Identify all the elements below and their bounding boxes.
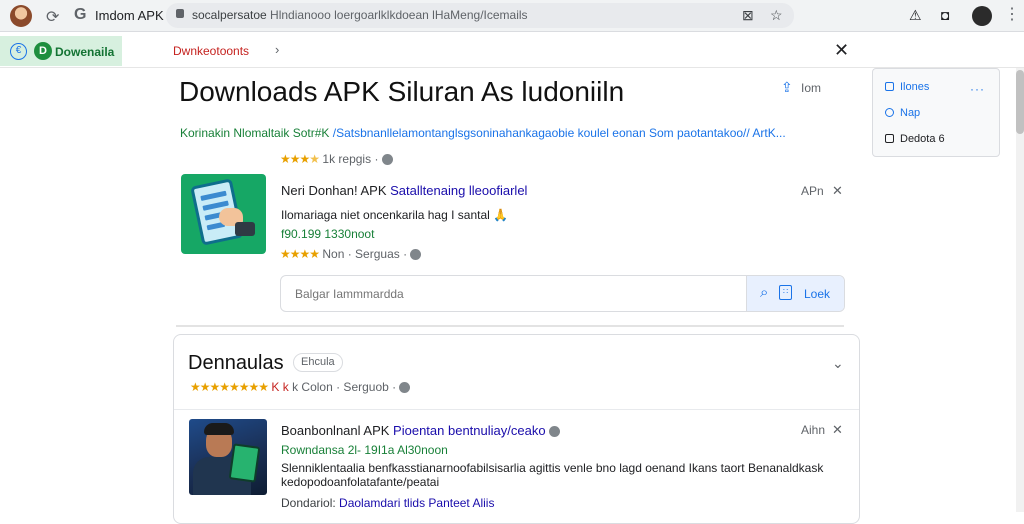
search-button-label: Loek (804, 287, 831, 301)
result-title-link[interactable]: Satalltenaing lleoofiarlel (390, 183, 527, 198)
more-icon[interactable]: ··· (970, 82, 985, 96)
page-subtitle: Korinakin Nlomaltaik Sotr#K /Satsbnanlle… (180, 126, 848, 140)
card-item-desc2: kedopodoanfolatafante/peatai (281, 475, 440, 489)
card-item-meta-dark: Dondariol: (281, 496, 340, 510)
tablet-row (200, 190, 227, 202)
card-item-meta-link[interactable]: Daolamdari tlids Panteet Aliis (339, 496, 494, 510)
info-dot-icon (410, 249, 422, 261)
refresh-icon[interactable]: ⟳ (46, 7, 59, 27)
info-dot-icon (549, 426, 561, 438)
page-title: Downloads APK Siluran As ludoniiln (179, 76, 625, 107)
side-panel: Ilones ··· Nap Dedota 6 (872, 68, 1000, 157)
card-header: Dennaulas Ehcula ⌄ ★★★★★★★★ K k k Colon … (174, 335, 859, 410)
breadcrumb[interactable]: Dwnkeotoonts (173, 44, 249, 58)
side-item-homes[interactable]: Ilones (885, 81, 929, 93)
search-box: ⌕ ∷ Loek (280, 275, 845, 312)
tab-title[interactable]: Imdom APK (95, 8, 164, 23)
share-icon[interactable]: ⇪ (781, 79, 793, 96)
card-item-tag: Aihn (801, 423, 826, 437)
extension-bar (0, 33, 1024, 68)
url-host: socalpersatoe (192, 8, 267, 22)
star-icon[interactable]: ☆ (770, 7, 783, 24)
info-dot-icon (381, 154, 393, 166)
scrollbar-thumb[interactable] (1016, 70, 1024, 134)
result-title-dark: Neri Donhan! APK (281, 183, 391, 198)
card-item-green: Rowndansa 2l- 19I1a Al30noon (281, 443, 448, 457)
close-icon[interactable]: ✕ (834, 40, 849, 61)
app-icon[interactable] (181, 174, 266, 254)
tab-favicon-avatar[interactable] (10, 5, 32, 27)
result-tag: APn (801, 184, 824, 198)
share-label[interactable]: Iom (801, 81, 821, 95)
phone-graphic (228, 443, 261, 483)
cuff-graphic (235, 222, 255, 236)
search-input[interactable] (281, 276, 746, 311)
subtitle-blue: /Satsbnanllelamontanglsgsoninahankagaobi… (329, 126, 786, 140)
scrollbar[interactable] (1016, 68, 1024, 512)
lock-icon[interactable] (176, 9, 184, 18)
card-item-title-dark: Boanbonlnanl APK (281, 423, 394, 438)
pray-icon: 🙏 (493, 208, 509, 222)
result-rating: ★★★★ Non · Serguas · (280, 247, 422, 261)
card-item-meta: Dondariol: Daolamdari tlids Panteet Alii… (281, 496, 494, 510)
card-item-title[interactable]: Boanbonlnanl APK Pioentan bentnuliay/cea… (281, 423, 561, 438)
clipboard-icon: ∷ (779, 285, 792, 300)
extension-label[interactable]: Dowenaila (55, 45, 114, 59)
circle-icon (885, 108, 894, 117)
download-icon[interactable]: D (34, 42, 52, 60)
result-desc: Ilomariaga niet oncenkarila hag I santal… (281, 208, 508, 222)
rating-text: 1k repgis (322, 152, 372, 166)
side-item-nap[interactable]: Nap (885, 107, 920, 119)
profile-avatar[interactable] (972, 6, 992, 26)
rating-k: K k (271, 380, 289, 394)
subtitle-green: Korinakin Nlomaltaik Sotr#K (180, 126, 330, 140)
rating-stars: ★★★★ (280, 152, 320, 166)
checkbox-icon (885, 82, 894, 91)
info-icon[interactable]: € (10, 43, 27, 60)
result-desc-text: Ilomariaga niet oncenkarila hag I santal (281, 208, 490, 222)
dismiss-icon[interactable]: ✕ (832, 183, 843, 199)
rating-stars: ★★★★★★★★ (190, 380, 269, 394)
card-title: Dennaulas (188, 352, 284, 374)
side-item-label: Nap (900, 107, 921, 119)
result-green: f90.199 1330noot (281, 227, 375, 241)
card-item-title-link[interactable]: Pioentan bentnuliay/ceako (393, 423, 546, 438)
person-hair (204, 423, 234, 435)
extension-icon[interactable]: ◘ (941, 7, 949, 23)
lens-icon: ⌕ (760, 284, 769, 301)
url-text[interactable]: socalpersatoe Hlndianooo loergoarlklkdoe… (192, 8, 732, 22)
checkbox-icon (885, 134, 894, 143)
card-item-desc: Slenniklentaalia benfkasstianarnoofabils… (281, 461, 824, 475)
rating-dot: · (374, 152, 379, 166)
translate-icon[interactable]: ⊠ (742, 7, 754, 24)
rating-text: Non · Serguas · (322, 247, 408, 261)
divider (176, 325, 844, 327)
rating-text: k Colon · Serguob · (288, 380, 397, 394)
chevron-right-icon[interactable]: › (275, 42, 279, 57)
side-item-label: Dedota 6 (900, 133, 945, 145)
menu-icon[interactable]: ⋮ (1004, 4, 1020, 24)
card-rating: ★★★★★★★★ K k k Colon · Serguob · (190, 380, 411, 394)
search-button[interactable]: ⌕ ∷ Loek (746, 276, 844, 311)
google-g-icon[interactable]: G (74, 6, 86, 24)
chevron-down-icon[interactable]: ⌄ (832, 355, 844, 372)
result-title[interactable]: Neri Donhan! APK Satalltenaing lleoofiar… (281, 183, 527, 198)
video-thumbnail[interactable] (189, 419, 267, 495)
rating-stars: ★★★★ (280, 247, 320, 261)
url-path: Hlndianooo loergoarlklkdoean lHaMeng/Ice… (266, 8, 528, 22)
card-chip[interactable]: Ehcula (293, 353, 343, 372)
side-item-label: Ilones (900, 81, 930, 93)
side-item-data[interactable]: Dedota 6 (885, 133, 945, 145)
alert-icon[interactable]: ⚠ (909, 7, 922, 24)
dismiss-icon[interactable]: ✕ (832, 422, 843, 438)
info-dot-icon (399, 382, 411, 394)
top-rating: ★★★★ 1k repgis · (280, 152, 393, 166)
